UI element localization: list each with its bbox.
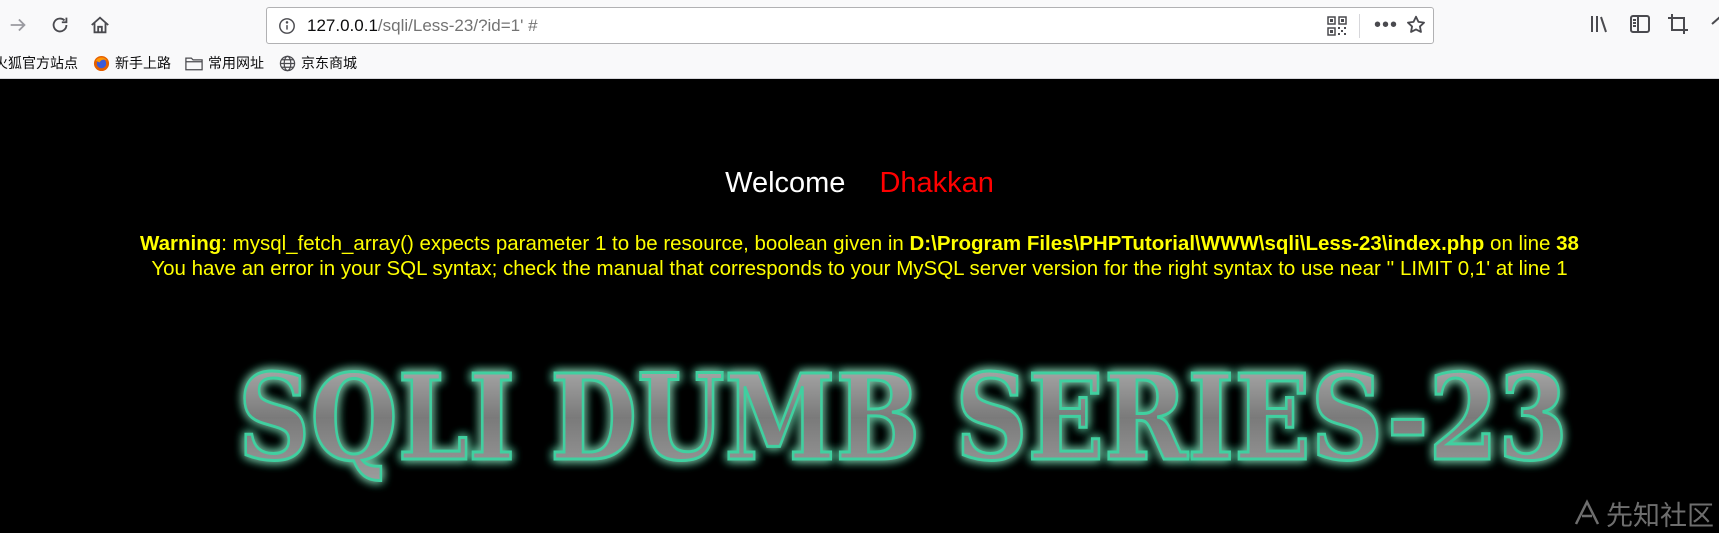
folder-icon xyxy=(185,54,203,72)
qr-code-icon[interactable] xyxy=(1327,16,1347,36)
welcome-text: Welcome xyxy=(725,167,846,199)
firefox-icon xyxy=(92,54,110,72)
bookmarks-bar: 火狐官方站点 新手上路 常用网址 京东商城 xyxy=(0,50,371,76)
welcome-heading: Welcome Dhakkan xyxy=(0,167,1719,200)
reload-icon[interactable] xyxy=(44,9,76,41)
warning-line-number: 38 xyxy=(1556,232,1579,255)
address-bar[interactable]: 127.0.0.1/sqli/Less-23/?id=1' # ••• xyxy=(266,7,1434,44)
bookmark-label: 新手上路 xyxy=(115,56,171,72)
bookmark-firefox-official[interactable]: 火狐官方站点 xyxy=(0,53,78,73)
warning-online: on line xyxy=(1484,232,1557,255)
bookmark-getting-started[interactable]: 新手上路 xyxy=(92,53,171,73)
forward-arrow-icon[interactable] xyxy=(2,9,34,41)
info-icon[interactable] xyxy=(277,16,297,36)
warning-file: D:\Program Files\PHPTutorial\WWW\sqli\Le… xyxy=(909,232,1485,255)
watermark-logo-icon xyxy=(1574,499,1600,525)
browser-toolbar: 127.0.0.1/sqli/Less-23/?id=1' # ••• 火狐官方… xyxy=(0,0,1719,79)
sql-error: You have an error in your SQL syntax; ch… xyxy=(151,257,1568,280)
globe-icon xyxy=(278,54,296,72)
watermark: 先知社区 xyxy=(1572,493,1714,533)
warning-line: Warning: mysql_fetch_array() expects par… xyxy=(0,231,1719,256)
php-warning: Warning: mysql_fetch_array() expects par… xyxy=(0,231,1719,281)
user-name: Dhakkan xyxy=(879,167,994,199)
star-icon[interactable] xyxy=(1405,14,1429,38)
watermark-text: 先知社区 xyxy=(1606,500,1714,532)
warning-label: Warning xyxy=(140,232,222,255)
bookmark-label: 常用网址 xyxy=(208,56,264,72)
more-icon[interactable]: ••• xyxy=(1373,12,1399,38)
url-divider xyxy=(1359,14,1360,38)
url-host: 127.0.0.1 xyxy=(307,16,378,35)
bookmark-common-sites[interactable]: 常用网址 xyxy=(185,53,264,73)
logo-text: SQLI DUMB SERIES-23 xyxy=(238,348,1568,487)
sidebar-icon[interactable] xyxy=(1628,12,1654,38)
overflow-icon[interactable] xyxy=(1708,12,1719,38)
bookmark-label: 火狐官方站点 xyxy=(0,56,78,72)
bookmark-label: 京东商城 xyxy=(301,56,357,72)
crop-icon[interactable] xyxy=(1666,12,1692,38)
library-icon[interactable] xyxy=(1588,12,1614,38)
home-icon[interactable] xyxy=(84,9,116,41)
page-content: Welcome Dhakkan Warning: mysql_fetch_arra… xyxy=(0,79,1719,532)
url-text[interactable]: 127.0.0.1/sqli/Less-23/?id=1' # xyxy=(307,16,538,36)
url-path: /sqli/Less-23/?id=1' # xyxy=(377,16,538,35)
warning-text: : mysql_fetch_array() expects parameter … xyxy=(221,232,910,255)
sqli-logo: SQLI DUMB SERIES-23 xyxy=(237,347,1570,489)
bookmark-jd[interactable]: 京东商城 xyxy=(278,53,357,73)
